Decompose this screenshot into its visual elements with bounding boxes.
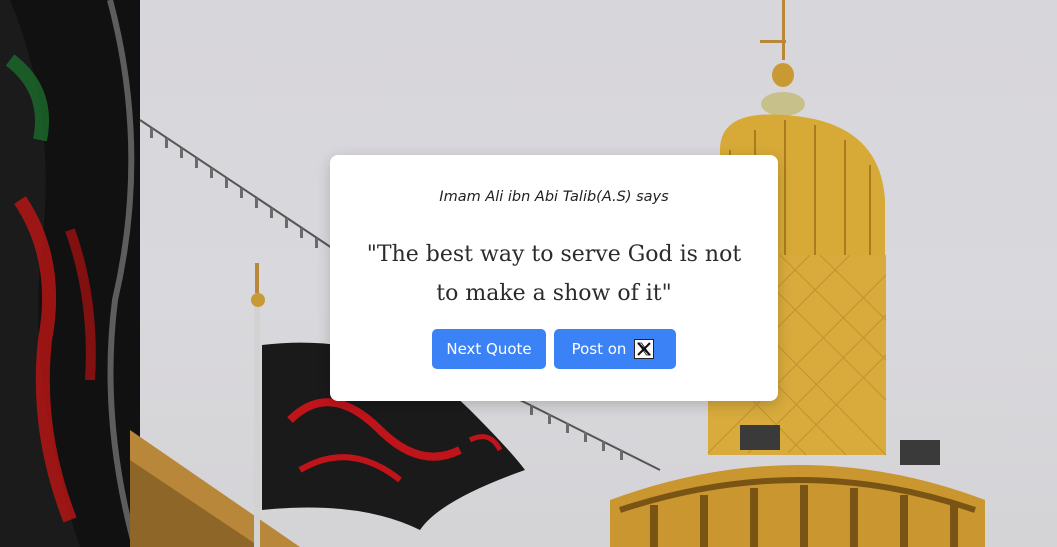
x-logo-icon: [634, 339, 655, 359]
quote-text: "The best way to serve God is not to mak…: [366, 242, 742, 306]
post-on-x-button[interactable]: Post on: [554, 329, 676, 369]
next-quote-label: Next Quote: [446, 340, 532, 358]
post-on-label: Post on: [571, 340, 627, 358]
quote-card: Imam Ali ibn Abi Talib(A.S) says "The be…: [330, 155, 778, 401]
quote-author: Imam Ali ibn Abi Talib(A.S) says: [439, 189, 669, 205]
quote-actions: Next Quote Post on: [330, 329, 778, 369]
next-quote-button[interactable]: Next Quote: [432, 329, 546, 369]
